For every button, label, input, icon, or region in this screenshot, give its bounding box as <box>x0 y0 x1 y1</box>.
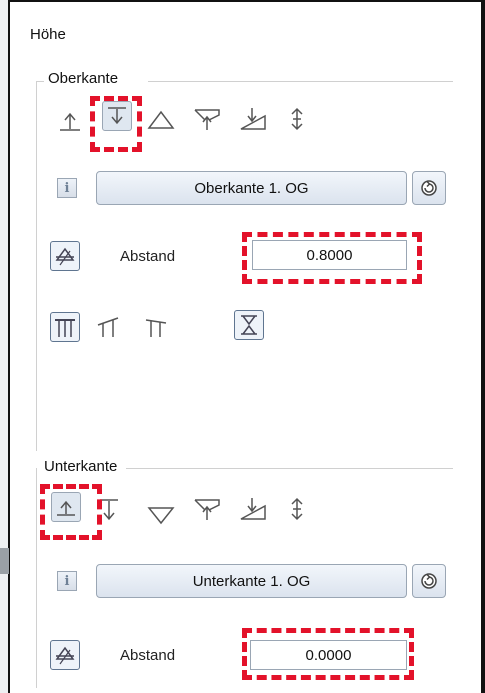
window-top-border <box>0 0 485 2</box>
bottom-edge-down-icon[interactable] <box>94 494 124 524</box>
unterkante-level-button[interactable]: Unterkante 1. OG <box>96 564 407 598</box>
oberkante-group-border-left <box>36 81 37 451</box>
roof-flat-icon[interactable] <box>50 312 80 342</box>
roof-slope-left-icon[interactable] <box>94 312 124 342</box>
unterkante-distance-input[interactable] <box>250 640 407 670</box>
unterkante-distance-toggle-icon[interactable] <box>50 640 80 670</box>
oberkante-distance-input[interactable] <box>252 240 407 270</box>
up-down-arrow-icon[interactable] <box>282 104 312 134</box>
oberkante-group-line <box>148 81 453 82</box>
triangle-up-icon[interactable] <box>146 104 176 134</box>
top-edge-down-icon[interactable] <box>102 101 132 131</box>
slope-arrow-icon-lower[interactable] <box>238 494 268 524</box>
hourglass-icon[interactable] <box>234 310 264 340</box>
roof-slope-right-icon[interactable] <box>140 312 170 342</box>
unterkante-group-label: Unterkante <box>44 458 118 475</box>
window-right-border <box>481 0 485 693</box>
oberkante-group-line-left <box>36 81 44 82</box>
oberkante-distance-label: Abstand <box>120 248 176 265</box>
oberkante-level-button[interactable]: Oberkante 1. OG <box>96 171 407 205</box>
window-left-border <box>0 0 10 693</box>
oberkante-group-label: Oberkante <box>48 70 119 87</box>
unterkante-group-line <box>126 468 453 469</box>
oberkante-info-icon[interactable]: i <box>57 178 77 198</box>
panel-title: Höhe <box>30 26 66 43</box>
oberkante-refresh-icon[interactable] <box>412 171 446 205</box>
oberkante-distance-toggle-icon[interactable] <box>50 241 80 271</box>
left-edge-marker <box>0 548 9 574</box>
plane-flag-icon[interactable] <box>192 104 222 134</box>
triangle-down-icon[interactable] <box>146 500 176 530</box>
unterkante-distance-label: Abstand <box>120 647 176 664</box>
top-edge-up-icon[interactable] <box>55 106 85 136</box>
unterkante-group-border-left <box>36 468 37 688</box>
bottom-edge-up-icon[interactable] <box>51 492 81 522</box>
unterkante-refresh-icon[interactable] <box>412 564 446 598</box>
plane-flag-icon-lower[interactable] <box>192 494 222 524</box>
unterkante-info-icon[interactable]: i <box>57 571 77 591</box>
up-down-arrow-icon-lower[interactable] <box>282 494 312 524</box>
slope-arrow-icon[interactable] <box>238 104 268 134</box>
